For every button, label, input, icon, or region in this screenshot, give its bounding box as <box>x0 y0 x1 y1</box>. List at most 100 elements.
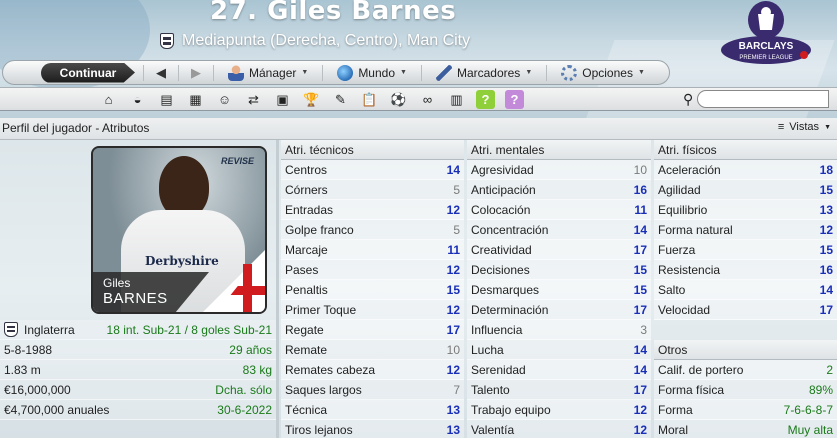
attribute-value: 17 <box>633 302 647 317</box>
mental-header: Atri. mentales <box>467 140 651 160</box>
clipboard-icon[interactable]: 📋 <box>360 90 379 109</box>
attribute-row: Fuerza 15 <box>654 240 837 260</box>
attribute-row: Agilidad 15 <box>654 180 837 200</box>
attribute-row: Anticipación 16 <box>467 180 651 200</box>
physical-rows: Aceleración 18 Agilidad 15 Equilibrio 13 Forma… <box>654 160 837 320</box>
caret-down-icon: ▼ <box>525 69 533 76</box>
inbox-icon[interactable]: ▤ <box>157 90 176 109</box>
back-arrow-icon[interactable]: ◀ <box>152 65 170 81</box>
attribute-value: 7-6-6-8-7 <box>783 402 833 417</box>
help-icon[interactable]: ? <box>476 90 495 109</box>
transfer-icon[interactable]: ⇄ <box>244 90 263 109</box>
logo-text-barclays: BARCLAYS <box>739 41 794 52</box>
faq-icon[interactable]: ? <box>505 90 524 109</box>
attribute-value: 5 <box>453 182 460 197</box>
attribute-name: Tiros lejanos <box>285 422 353 437</box>
attribute-value: 11 <box>634 202 647 217</box>
tactics-board-icon[interactable]: ▣ <box>273 90 292 109</box>
info-value: Dcha. sólo <box>215 382 272 397</box>
menu-manager-label: Mánager <box>249 65 297 80</box>
attribute-row: Concentración 14 <box>467 220 651 240</box>
calendar-icon[interactable]: ▦ <box>186 90 205 109</box>
nation-flag-icon <box>4 322 18 337</box>
globe-icon <box>337 64 354 81</box>
header: 27. Giles Barnes Mediapunta (Derecha, Ce… <box>0 0 837 118</box>
bookmark-pen-icon <box>435 64 452 81</box>
attribute-row: Saques largos 7 <box>281 380 464 400</box>
physical-attributes: Atri. físicos Aceleración 18 Agilidad 15 Equ… <box>654 140 837 438</box>
menu-bookmarks[interactable]: Marcadores ▼ <box>430 64 538 81</box>
info-value: 83 kg <box>242 362 272 377</box>
menu-manager[interactable]: Mánager ▼ <box>222 64 314 81</box>
attribute-name: Influencia <box>471 322 523 337</box>
trophy-icon[interactable]: 🏆 <box>302 90 321 109</box>
info-label: 1.83 m <box>4 363 41 377</box>
squad-icon[interactable]: ☺ <box>215 90 234 109</box>
player-first-name: Giles <box>103 276 131 290</box>
toolbar-divider <box>546 64 548 81</box>
attribute-row: Remates cabeza 12 <box>281 360 464 380</box>
attribute-value: 12 <box>633 402 647 417</box>
mental-rows: Agresividad 10 Anticipación 16 Colocación 11 C… <box>467 160 651 438</box>
attribute-name: Colocación <box>471 202 531 217</box>
attribute-name: Calif. de portero <box>658 362 744 377</box>
attribute-value: 17 <box>633 242 647 257</box>
attribute-row: Velocidad 17 <box>654 300 837 320</box>
hamburger-icon[interactable]: ◒ <box>128 90 147 109</box>
info-label-text: 1.83 m <box>4 362 41 377</box>
views-menu-button[interactable]: ≡ Vistas ▼ <box>778 121 831 133</box>
player-position-club: Mediapunta (Derecha, Centro), Man City <box>182 32 471 49</box>
attribute-value: 12 <box>819 222 833 237</box>
info-label-text: Inglaterra <box>24 322 75 337</box>
attribute-name: Entradas <box>285 202 334 217</box>
attribute-name: Remates cabeza <box>285 362 376 377</box>
attribute-value: 12 <box>633 422 647 437</box>
attribute-name: Marcaje <box>285 242 328 257</box>
home-icon[interactable]: ⌂ <box>99 90 118 109</box>
attribute-row: Aceleración 18 <box>654 160 837 180</box>
attribute-value: 17 <box>819 302 833 317</box>
info-value: 30-6-2022 <box>217 402 272 417</box>
training-icon[interactable]: ⚽ <box>389 90 408 109</box>
menu-options[interactable]: Opciones ▼ <box>555 64 651 81</box>
attribute-name: Forma natural <box>658 222 733 237</box>
icon-toolbar: ⌂ ◒ ▤ ▦ ☺ ⇄ ▣ 🏆 ✎ 📋 ⚽ ∞ ▥?? ⚲ <box>0 87 837 111</box>
scout-icon[interactable]: ✎ <box>331 90 350 109</box>
attribute-row: Influencia 3 <box>467 320 651 340</box>
player-title: 27. Giles Barnes <box>210 0 457 26</box>
player-last-name: BARNES <box>103 290 168 307</box>
attribute-name: Salto <box>658 282 686 297</box>
attribute-row: Talento 17 <box>467 380 651 400</box>
attribute-name: Creatividad <box>471 242 532 257</box>
attribute-row: Creatividad 17 <box>467 240 651 260</box>
search-icon[interactable]: ⚲ <box>683 91 693 108</box>
photo-tag-text: REVISE <box>221 156 255 166</box>
attribute-value: 14 <box>446 162 460 177</box>
attribute-value: 2 <box>826 362 833 377</box>
info-value: 18 int. Sub-21 / 8 goles Sub-21 <box>106 322 272 337</box>
attribute-value: 7 <box>453 382 460 397</box>
search-input[interactable] <box>697 90 830 108</box>
other-header: Otros <box>654 340 837 360</box>
caret-down-icon: ▼ <box>400 69 407 76</box>
toolbar-divider <box>143 64 144 81</box>
continue-button[interactable]: Continuar <box>41 62 135 83</box>
attribute-name: Forma física <box>658 382 725 397</box>
attribute-name: Decisiones <box>471 262 530 277</box>
column-divider <box>276 140 279 438</box>
attribute-value: 11 <box>447 242 460 257</box>
attribute-row: Trabajo equipo 12 <box>467 400 651 420</box>
attribute-row: Salto 14 <box>654 280 837 300</box>
attribute-value: 16 <box>633 182 647 197</box>
caret-down-icon: ▼ <box>637 69 645 76</box>
attribute-row: Serenidad 14 <box>467 360 651 380</box>
attribute-row: Moral Muy alta <box>654 420 837 438</box>
attribute-value: 13 <box>446 422 460 437</box>
binoculars-icon[interactable]: ∞ <box>418 90 437 109</box>
attribute-value: 10 <box>633 162 647 177</box>
forward-arrow-icon[interactable]: ▶ <box>187 65 205 81</box>
menu-world[interactable]: Mundo ▼ <box>331 64 413 81</box>
player-info-table: Inglaterra 18 int. Sub-21 / 8 goles Sub-2… <box>0 320 276 420</box>
finance-icon[interactable]: ▥ <box>447 90 466 109</box>
